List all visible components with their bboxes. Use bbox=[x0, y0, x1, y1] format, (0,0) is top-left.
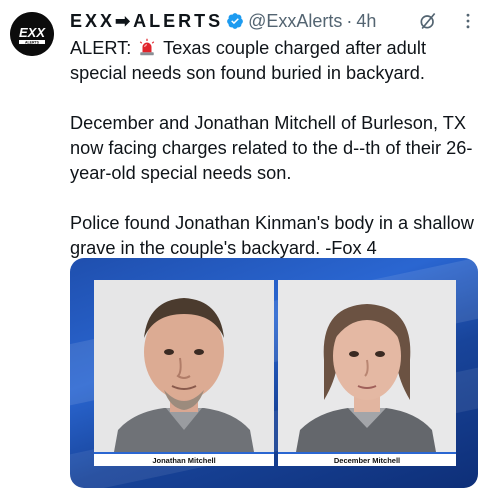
more-options-icon[interactable] bbox=[458, 11, 478, 31]
tweet-header: EXX➡ALERTS @ExxAlerts · 4h bbox=[70, 9, 480, 33]
tweet-paragraph-2: December and Jonathan Mitchell of Burles… bbox=[70, 113, 473, 183]
handle[interactable]: @ExxAlerts bbox=[248, 11, 342, 32]
mugshot-left-caption: Jonathan Mitchell bbox=[94, 452, 274, 466]
tweet-paragraph-3: Police found Jonathan Kinman's body in a… bbox=[70, 213, 474, 258]
avatar[interactable]: EXX ALERTS bbox=[10, 12, 54, 56]
mugshot-right-caption: December Mitchell bbox=[278, 452, 456, 466]
avatar-text: EXX bbox=[19, 25, 46, 40]
timestamp[interactable]: 4h bbox=[356, 11, 376, 32]
grok-icon[interactable] bbox=[418, 11, 438, 31]
verified-badge-icon bbox=[227, 13, 243, 29]
rotating-light-icon bbox=[140, 38, 155, 56]
tweet-text: ALERT: Texas couple charged after adult … bbox=[70, 36, 480, 261]
exx-logo-icon: EXX ALERTS bbox=[10, 12, 54, 56]
mugshot-left bbox=[94, 280, 274, 452]
tweet-paragraph-1: ALERT: Texas couple charged after adult … bbox=[70, 36, 480, 86]
tweet-media[interactable]: Jonathan Mitchell December Mitchell bbox=[70, 258, 478, 488]
separator-dot: · bbox=[346, 10, 353, 31]
alert-prefix: ALERT: bbox=[70, 38, 132, 58]
display-name[interactable]: EXX➡ALERTS bbox=[70, 11, 223, 32]
avatar-subtext: ALERTS bbox=[25, 40, 40, 44]
mugshot-right bbox=[278, 280, 456, 452]
